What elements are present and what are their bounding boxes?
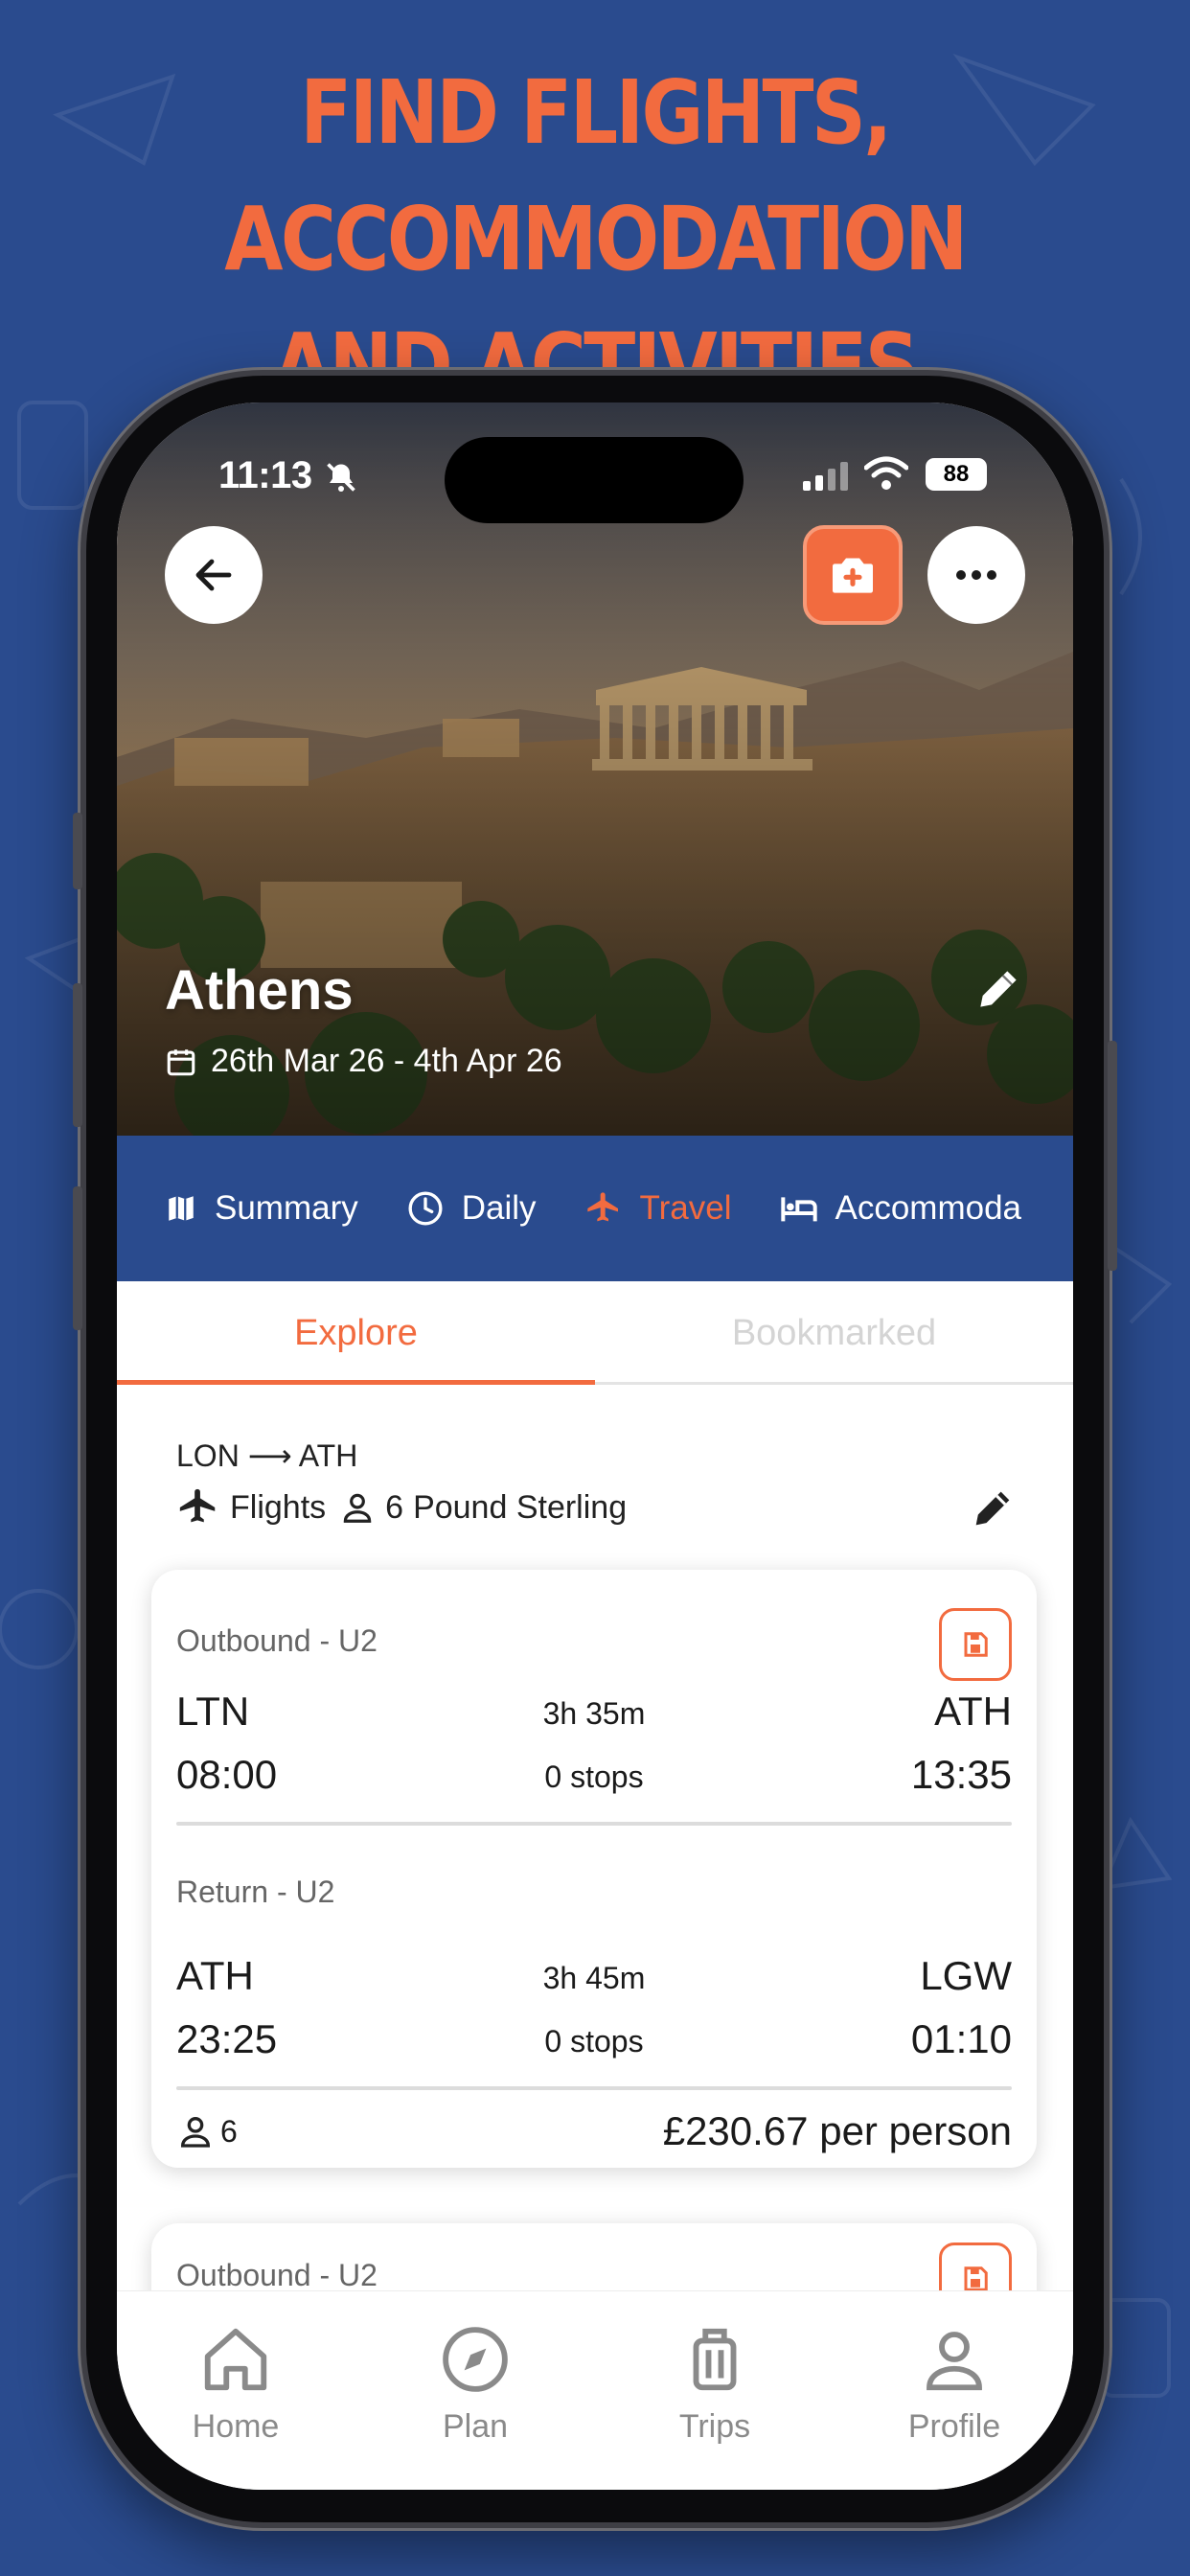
- card-divider: [176, 2086, 1012, 2090]
- suitcase-icon: [693, 2328, 737, 2391]
- trip-section-tabs: Summary Daily Travel Accommoda: [117, 1136, 1073, 1281]
- person-icon: [927, 2332, 982, 2391]
- active-tab-indicator: [117, 1380, 595, 1385]
- pencil-icon: [980, 971, 1017, 1007]
- search-travellers: 6: [385, 1488, 404, 1526]
- person-icon: [180, 2117, 211, 2148]
- outbound-title: Outbound - U2: [176, 1623, 378, 1658]
- outbound-title: Outbound - U2: [176, 2258, 378, 2292]
- search-parameters: Flights 6 Pound Sterling: [176, 1485, 627, 1530]
- calendar-icon: [167, 1048, 195, 1075]
- status-time: 11:13: [218, 454, 312, 496]
- bed-icon: [780, 1197, 817, 1222]
- plane-icon: [586, 1192, 618, 1222]
- plane-icon: [179, 1488, 216, 1523]
- trip-dates: 26th Mar 26 - 4th Apr 26: [165, 1043, 562, 1080]
- back-button[interactable]: [165, 526, 263, 624]
- tab-travel[interactable]: Travel: [584, 1189, 732, 1228]
- camera-add-icon: [833, 558, 873, 593]
- outbound-stops: 0 stops: [544, 1760, 644, 1794]
- phone-mute-switch: [73, 813, 82, 889]
- nav-profile[interactable]: Profile: [858, 2322, 1050, 2446]
- flight-result-card[interactable]: Outbound - U2 LTN 3h 35m ATH 08:00 0 sto…: [151, 1570, 1037, 2168]
- map-icon: [169, 1196, 194, 1221]
- battery-icon: 88: [926, 458, 987, 491]
- price-per-person: £230.67 per person: [662, 2108, 1012, 2153]
- save-flight-button[interactable]: [939, 1608, 1012, 1681]
- clock-icon: [408, 1191, 443, 1226]
- phone-power-button: [1108, 1041, 1117, 1271]
- floppy-disk-icon: [964, 2266, 988, 2291]
- add-photo-button[interactable]: [803, 525, 903, 625]
- tab-summary[interactable]: Summary: [165, 1189, 358, 1228]
- nav-home[interactable]: Home: [140, 2322, 332, 2446]
- card-travellers-count: 6: [220, 2113, 238, 2149]
- outbound-destination: ATH: [934, 1689, 1012, 1734]
- more-options-button[interactable]: [927, 526, 1025, 624]
- return-destination: LGW: [920, 1953, 1012, 1998]
- headline-line-1: FIND FLIGHTS, ACCOMMODATION: [224, 61, 968, 290]
- tab-accommodation-label: Accommoda: [835, 1189, 1022, 1227]
- battery-level: 88: [943, 461, 970, 487]
- nav-trips-label: Trips: [678, 2408, 751, 2445]
- nav-trips[interactable]: Trips: [619, 2322, 811, 2446]
- tab-daily[interactable]: Daily: [406, 1189, 537, 1228]
- pencil-icon: [975, 1491, 1010, 1526]
- card-travellers: 6: [176, 2112, 238, 2150]
- return-arrive-time: 01:10: [910, 2016, 1012, 2061]
- nav-plan[interactable]: Plan: [379, 2322, 571, 2446]
- trip-dates-text: 26th Mar 26 - 4th Apr 26: [211, 1043, 562, 1079]
- phone-volume-up: [73, 983, 82, 1127]
- route-text: LON ⟶ ATH: [176, 1438, 358, 1473]
- tab-accommodation[interactable]: Accommoda: [780, 1189, 1022, 1228]
- phone-volume-down: [73, 1186, 82, 1330]
- tab-daily-label: Daily: [461, 1189, 537, 1227]
- compass-icon: [443, 2327, 508, 2392]
- more-horizontal-icon: [956, 570, 996, 580]
- app-screen: 11:13 88 Athens 26th Mar 26 - 4th Apr 26…: [117, 402, 1073, 2490]
- nav-home-label: Home: [192, 2408, 280, 2445]
- person-icon: [343, 1493, 372, 1523]
- tab-summary-label: Summary: [215, 1189, 358, 1227]
- return-stops: 0 stops: [544, 2024, 644, 2058]
- home-icon: [204, 2328, 267, 2391]
- floppy-disk-icon: [964, 1632, 988, 1657]
- edit-trip-button[interactable]: [972, 962, 1025, 1021]
- wifi-icon: [863, 456, 909, 495]
- nav-plan-label: Plan: [442, 2408, 509, 2445]
- nav-profile-label: Profile: [907, 2408, 1001, 2445]
- return-duration: 3h 45m: [542, 1961, 646, 1995]
- outbound-arrive-time: 13:35: [910, 1752, 1012, 1797]
- bell-muted-icon: [324, 460, 358, 499]
- card-divider: [176, 1822, 1012, 1826]
- signal-icon: [803, 460, 853, 495]
- trip-city-title: Athens: [165, 959, 354, 1022]
- arrow-left-icon: [195, 559, 232, 591]
- status-bar: 11:13 88: [117, 452, 1073, 510]
- search-currency: Pound Sterling: [413, 1488, 628, 1526]
- bottom-navigation: Home Plan Trips Profile: [117, 2290, 1073, 2490]
- search-mode: Flights: [230, 1488, 327, 1526]
- hero-image: 11:13 88 Athens 26th Mar 26 - 4th Apr 26: [117, 402, 1073, 1136]
- tab-travel-label: Travel: [639, 1189, 732, 1227]
- explore-bookmarked-tabs: Explore Bookmarked: [117, 1281, 1073, 1385]
- tab-explore[interactable]: Explore: [117, 1281, 595, 1385]
- return-title: Return - U2: [176, 1874, 335, 1909]
- outbound-duration: 3h 35m: [542, 1696, 646, 1731]
- edit-search-button[interactable]: [968, 1484, 1018, 1538]
- tab-bookmarked[interactable]: Bookmarked: [595, 1281, 1073, 1385]
